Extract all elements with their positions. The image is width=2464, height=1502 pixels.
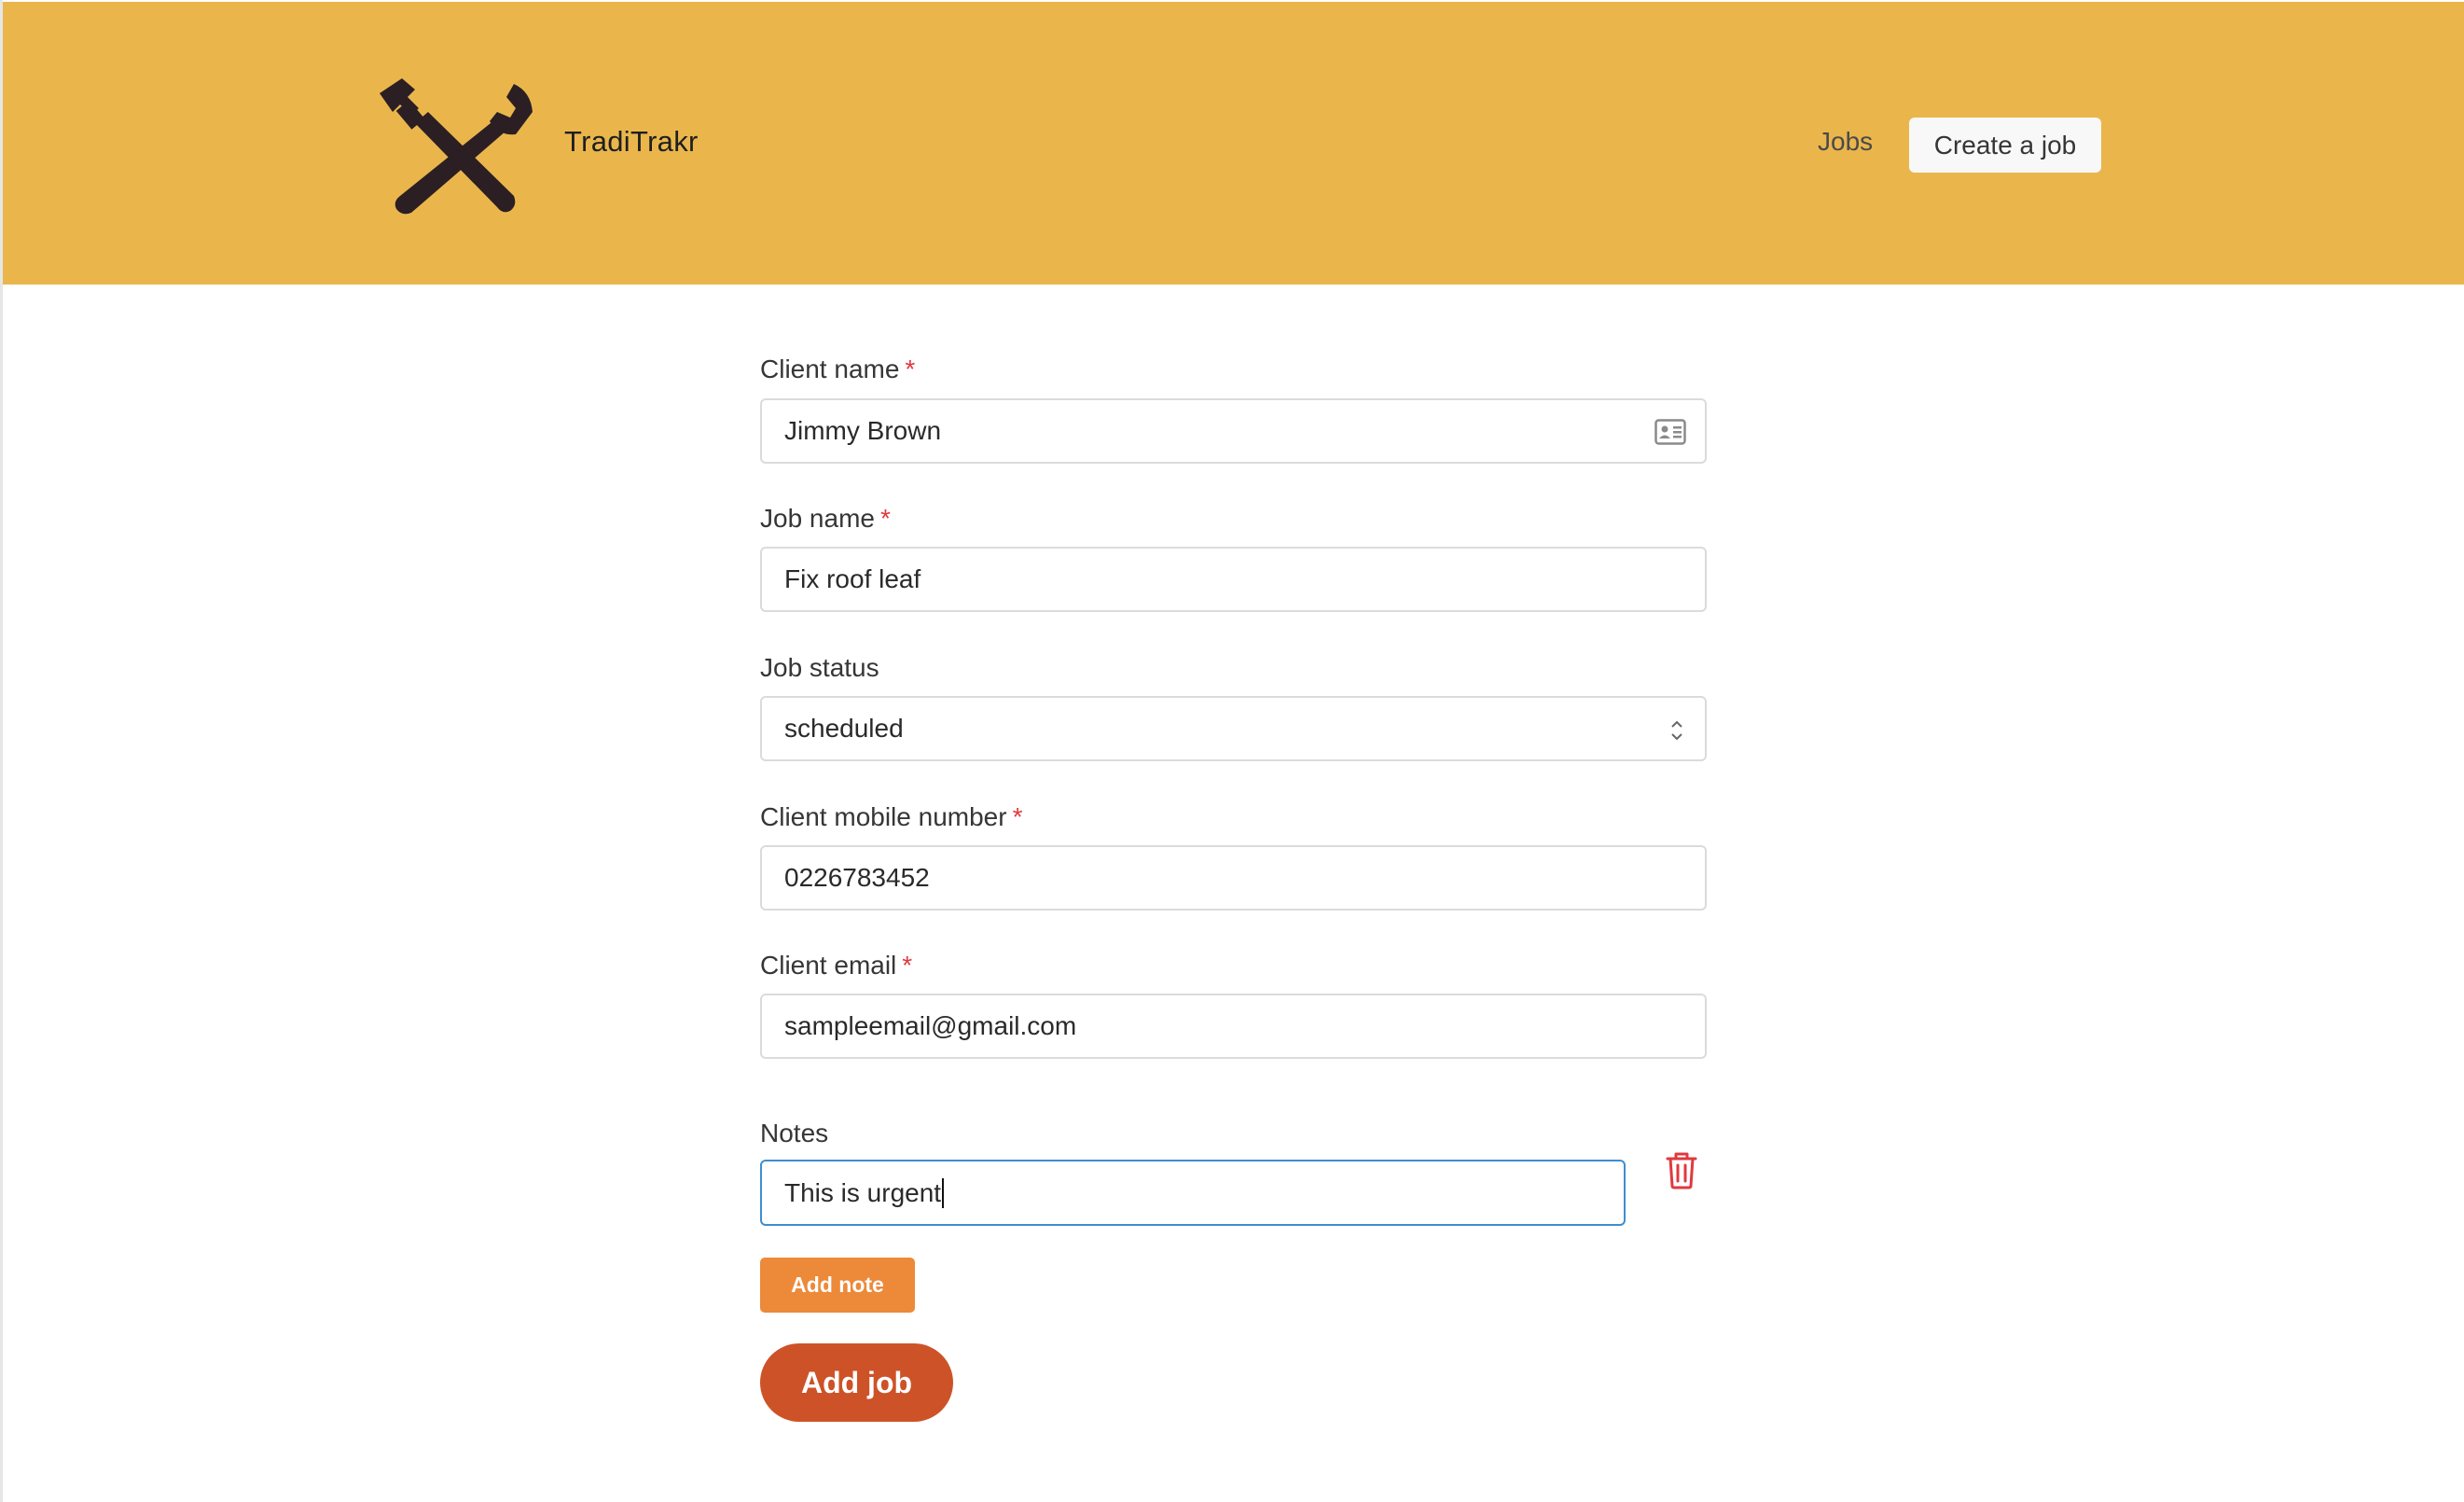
nav-jobs-link[interactable]: Jobs [1818, 127, 1873, 157]
job-name-value: Fix roof leaf [784, 564, 921, 593]
client-mobile-value: 0226783452 [784, 863, 930, 892]
notes-label-text: Notes [760, 1119, 829, 1147]
select-arrows-icon [1671, 720, 1682, 741]
client-name-value: Jimmy Brown [784, 416, 942, 445]
note-value: This is urgent [784, 1177, 942, 1207]
job-status-label: Job status [760, 653, 879, 683]
client-email-label: Client email * [760, 951, 912, 980]
client-name-label: Client name * [760, 355, 915, 384]
required-marker: * [902, 951, 913, 980]
required-marker: * [1012, 802, 1023, 831]
notes-label: Notes [760, 1119, 828, 1148]
client-email-input[interactable]: sampleemail@gmail.com [760, 994, 1707, 1059]
add-note-button[interactable]: Add note [760, 1258, 915, 1313]
job-status-label-text: Job status [760, 653, 879, 682]
trash-icon[interactable] [1665, 1150, 1698, 1189]
client-email-value: sampleemail@gmail.com [784, 1011, 1077, 1040]
client-mobile-input[interactable]: 0226783452 [760, 845, 1707, 911]
add-job-button[interactable]: Add job [760, 1343, 953, 1422]
required-marker: * [905, 355, 916, 383]
client-mobile-label-text: Client mobile number [760, 802, 1007, 831]
job-name-input[interactable]: Fix roof leaf [760, 547, 1707, 612]
client-name-input[interactable]: Jimmy Brown [760, 398, 1707, 464]
brand-name[interactable]: TradiTrakr [564, 125, 699, 159]
client-email-label-text: Client email [760, 951, 897, 980]
job-name-label: Job name * [760, 504, 891, 534]
wrench-and-pipe-wrench-icon[interactable] [374, 75, 534, 215]
app-header: TradiTrakr Jobs Create a job [3, 2, 2464, 285]
job-status-value: scheduled [784, 714, 904, 743]
job-name-label-text: Job name [760, 504, 875, 533]
required-marker: * [879, 504, 891, 533]
note-input[interactable]: This is urgent [760, 1160, 1626, 1226]
client-mobile-label: Client mobile number * [760, 802, 1022, 832]
text-caret [942, 1177, 945, 1208]
client-name-label-text: Client name [760, 355, 900, 383]
job-status-select[interactable]: scheduled [760, 696, 1707, 761]
create-job-button[interactable]: Create a job [1909, 118, 2101, 173]
contact-card-icon[interactable] [1654, 419, 1686, 445]
